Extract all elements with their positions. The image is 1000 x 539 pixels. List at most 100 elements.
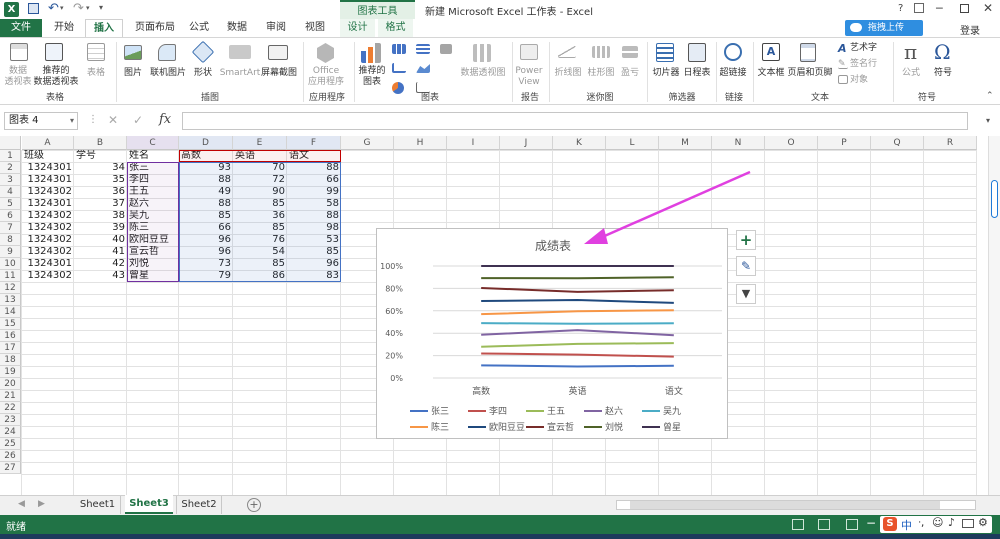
series-line[interactable] bbox=[481, 329, 674, 337]
zoom-slider-icon[interactable] bbox=[991, 180, 998, 218]
textbox-button[interactable]: 文本框 bbox=[754, 68, 788, 79]
tab-view[interactable]: 视图 bbox=[300, 19, 330, 37]
data-cell[interactable]: 35 bbox=[74, 174, 127, 186]
tab-page-layout[interactable]: 页面布局 bbox=[128, 19, 182, 37]
ribbon-display-icon[interactable] bbox=[914, 3, 924, 13]
name-box-dropdown-icon[interactable]: ▾ bbox=[70, 113, 74, 129]
sparkline-column-button[interactable]: 柱形图 bbox=[584, 68, 618, 79]
wordart-button[interactable]: 艺术字 bbox=[850, 43, 890, 54]
data-cell[interactable]: 刘悦 bbox=[127, 258, 179, 270]
data-cell[interactable]: 96 bbox=[179, 246, 233, 258]
page-break-view-icon[interactable] bbox=[846, 519, 858, 530]
header-cell[interactable]: 高数 bbox=[179, 150, 233, 162]
data-cell[interactable]: 李四 bbox=[127, 174, 179, 186]
column-chart-icon[interactable] bbox=[392, 44, 406, 54]
undo-icon[interactable]: ↶ bbox=[48, 1, 59, 16]
ime-emoji-icon[interactable]: ☺ bbox=[932, 516, 943, 529]
data-cell[interactable]: 93 bbox=[179, 162, 233, 174]
tab-data[interactable]: 数据 bbox=[222, 19, 252, 37]
tab-file[interactable]: 文件 bbox=[0, 19, 42, 37]
tab-format[interactable]: 格式 bbox=[378, 19, 413, 37]
data-cell[interactable]: 76 bbox=[233, 234, 287, 246]
header-footer-button[interactable]: 页眉和页脚 bbox=[786, 68, 834, 79]
data-cell[interactable]: 1324302 bbox=[22, 222, 74, 234]
data-cell[interactable]: 36 bbox=[74, 186, 127, 198]
ime-mode[interactable]: 中 bbox=[901, 517, 912, 533]
data-cell[interactable]: 1324301 bbox=[22, 258, 74, 270]
tab-insert[interactable]: 插入 bbox=[85, 19, 123, 37]
data-cell[interactable]: 96 bbox=[287, 258, 341, 270]
data-cell[interactable]: 88 bbox=[179, 174, 233, 186]
chart-styles-button[interactable]: ✎ bbox=[736, 256, 756, 276]
redo-dropdown-icon[interactable]: ▾ bbox=[86, 4, 90, 12]
other-charts-icon[interactable] bbox=[440, 44, 452, 54]
save-icon[interactable] bbox=[28, 3, 39, 14]
data-cell[interactable]: 36 bbox=[233, 210, 287, 222]
collapse-ribbon-icon[interactable]: ⌃ bbox=[986, 91, 994, 101]
signature-button[interactable]: 签名行 bbox=[850, 59, 890, 70]
data-cell[interactable]: 58 bbox=[287, 198, 341, 210]
minimize-icon[interactable]: ─ bbox=[936, 2, 943, 15]
sparkline-winloss-button[interactable]: 盈亏 bbox=[616, 68, 644, 79]
series-line[interactable] bbox=[481, 276, 674, 280]
sheet-tab-sheet3[interactable]: Sheet3 bbox=[125, 495, 173, 514]
data-cell[interactable]: 70 bbox=[233, 162, 287, 174]
upload-button[interactable]: 拖拽上传 bbox=[845, 20, 923, 36]
data-cell[interactable]: 88 bbox=[287, 210, 341, 222]
data-cell[interactable]: 73 bbox=[179, 258, 233, 270]
new-sheet-icon[interactable]: + bbox=[247, 498, 261, 512]
data-cell[interactable]: 张三 bbox=[127, 162, 179, 174]
data-cell[interactable]: 40 bbox=[74, 234, 127, 246]
recommended-pivot-button[interactable]: 推荐的 数据透视表 bbox=[32, 66, 80, 88]
data-cell[interactable]: 72 bbox=[233, 174, 287, 186]
expand-formula-icon[interactable]: ▾ bbox=[986, 116, 990, 125]
data-cell[interactable]: 王五 bbox=[127, 186, 179, 198]
data-cell[interactable]: 66 bbox=[287, 174, 341, 186]
data-cell[interactable]: 88 bbox=[179, 198, 233, 210]
data-cell[interactable]: 85 bbox=[233, 198, 287, 210]
data-cell[interactable]: 1324302 bbox=[22, 270, 74, 282]
header-cell[interactable]: 班级 bbox=[22, 150, 74, 162]
data-cell[interactable]: 赵六 bbox=[127, 198, 179, 210]
pie-chart-icon[interactable] bbox=[392, 82, 404, 94]
data-cell[interactable]: 1324301 bbox=[22, 162, 74, 174]
data-cell[interactable]: 34 bbox=[74, 162, 127, 174]
pivot-table-button[interactable]: 数据 透视表 bbox=[2, 66, 34, 88]
data-cell[interactable]: 49 bbox=[179, 186, 233, 198]
close-icon[interactable]: ✕ bbox=[983, 1, 993, 15]
series-line[interactable] bbox=[481, 364, 674, 368]
help-icon[interactable]: ? bbox=[898, 3, 903, 14]
data-cell[interactable]: 39 bbox=[74, 222, 127, 234]
chart-filters-button[interactable]: ▼ bbox=[736, 284, 756, 304]
data-cell[interactable]: 1324302 bbox=[22, 186, 74, 198]
line-chart-icon[interactable] bbox=[392, 63, 406, 73]
undo-dropdown-icon[interactable]: ▾ bbox=[60, 4, 64, 12]
data-cell[interactable]: 83 bbox=[287, 270, 341, 282]
sheet-tab-sheet2[interactable]: Sheet2 bbox=[176, 496, 222, 514]
hyperlink-button[interactable]: 超链接 bbox=[716, 68, 750, 79]
power-view-button[interactable]: Power View bbox=[512, 66, 546, 88]
data-cell[interactable]: 38 bbox=[74, 210, 127, 222]
data-cell[interactable]: 86 bbox=[233, 270, 287, 282]
ime-voice-icon[interactable]: ♪ bbox=[948, 516, 955, 529]
data-cell[interactable]: 1324302 bbox=[22, 246, 74, 258]
area-chart-icon[interactable] bbox=[416, 64, 430, 73]
data-cell[interactable]: 99 bbox=[287, 186, 341, 198]
series-line[interactable] bbox=[481, 322, 674, 325]
data-cell[interactable]: 53 bbox=[287, 234, 341, 246]
symbol-button[interactable]: 符号 bbox=[928, 68, 958, 79]
data-cell[interactable]: 41 bbox=[74, 246, 127, 258]
sheet-tab-sheet1[interactable]: Sheet1 bbox=[75, 496, 121, 514]
data-cell[interactable]: 吴九 bbox=[127, 210, 179, 222]
data-cell[interactable]: 42 bbox=[74, 258, 127, 270]
smartart-button[interactable]: SmartArt bbox=[218, 68, 262, 79]
series-line[interactable] bbox=[481, 342, 674, 348]
enter-icon[interactable]: ✓ bbox=[133, 113, 143, 127]
cancel-icon[interactable]: ✕ bbox=[108, 113, 118, 127]
data-cell[interactable]: 37 bbox=[74, 198, 127, 210]
pivot-chart-button[interactable]: 数据透视图 bbox=[458, 68, 508, 79]
data-cell[interactable]: 85 bbox=[179, 210, 233, 222]
shapes-button[interactable]: 形状 bbox=[188, 68, 218, 79]
data-cell[interactable]: 54 bbox=[233, 246, 287, 258]
bar-chart-icon[interactable] bbox=[416, 44, 430, 54]
